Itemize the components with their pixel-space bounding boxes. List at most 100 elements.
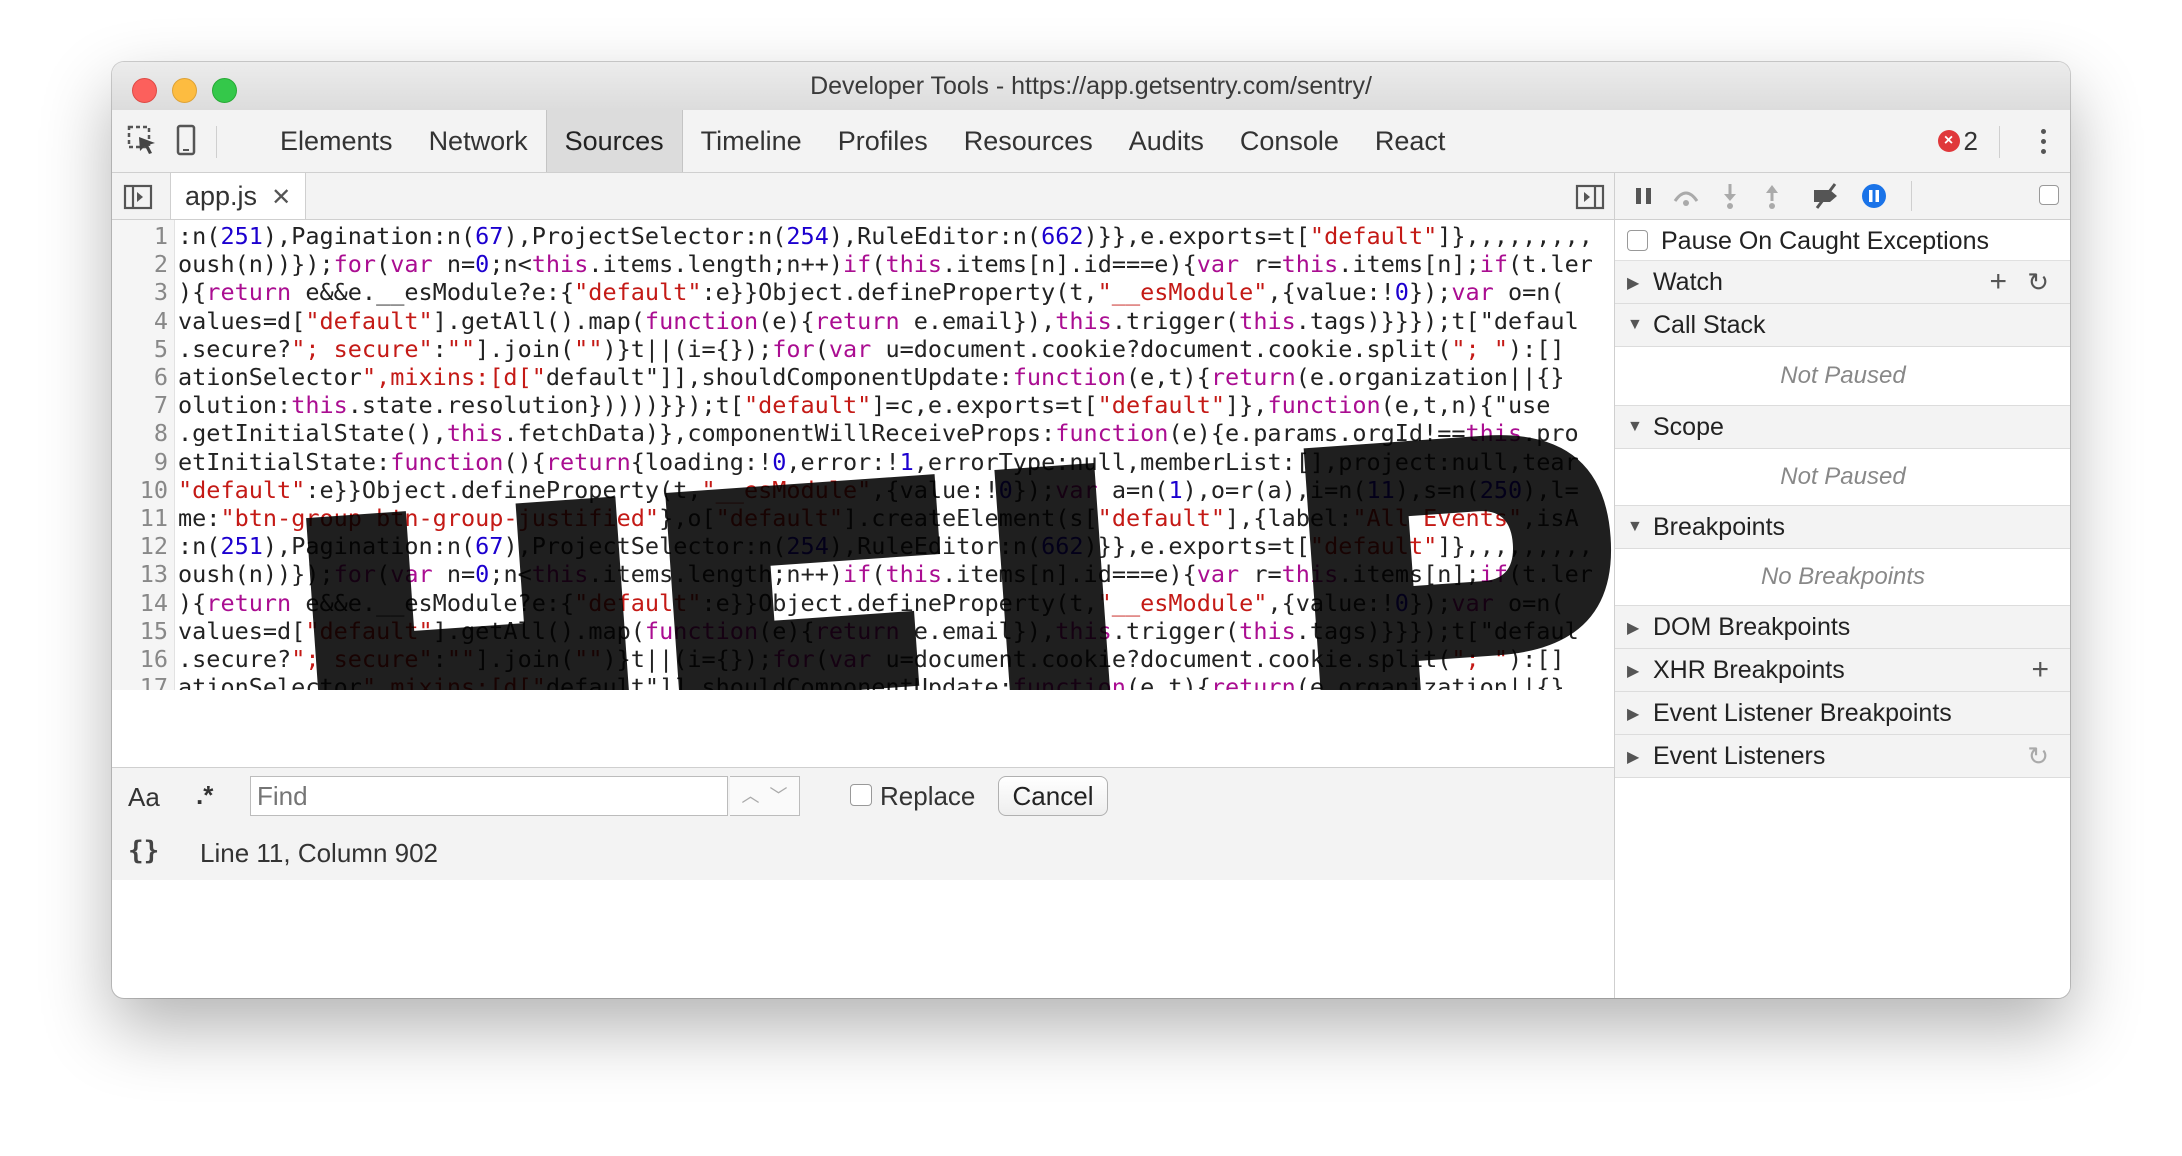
tab-sources[interactable]: Sources [545,110,683,172]
cancel-button[interactable]: Cancel [998,776,1108,816]
line-number[interactable]: 17 [112,673,168,690]
section-watch[interactable]: ▶ Watch + ↻ [1615,261,2070,304]
chevron-up-icon[interactable]: ︿ [741,786,759,806]
line-number[interactable]: 2 [112,250,168,278]
line-number[interactable]: 13 [112,560,168,588]
section-xhr-breakpoints[interactable]: ▶ XHR Breakpoints + [1615,649,2070,692]
section-label: Call Stack [1653,311,1766,339]
refresh-icon[interactable]: ↻ [2027,267,2049,298]
tab-resources[interactable]: Resources [946,110,1111,172]
line-number[interactable]: 9 [112,448,168,476]
device-mode-icon[interactable] [168,122,204,158]
tab-react[interactable]: React [1357,110,1464,172]
tab-profiles[interactable]: Profiles [820,110,946,172]
more-options-icon[interactable] [2038,126,2048,158]
panel-tabs: Elements Network Sources Timeline Profil… [262,110,1463,172]
line-number[interactable]: 16 [112,645,168,673]
pause-on-exceptions-icon[interactable] [1859,181,1889,211]
regex-toggle[interactable]: .* [196,780,213,811]
section-scope[interactable]: ▼ Scope [1615,406,2070,449]
find-input[interactable] [250,776,728,816]
line-number[interactable]: 15 [112,617,168,645]
line-text: :n(251),Pagination:n(67),ProjectSelector… [178,222,1593,250]
section-label: Breakpoints [1653,513,1786,541]
line-number[interactable]: 10 [112,476,168,504]
line-text: ){return e&&e.__esModule?e:{"default":e}… [178,588,1565,617]
tab-elements[interactable]: Elements [262,110,411,172]
section-label: Event Listener Breakpoints [1653,699,1952,727]
async-checkbox[interactable] [2039,185,2059,205]
section-breakpoints[interactable]: ▼ Breakpoints [1615,506,2070,549]
line-number[interactable]: 12 [112,532,168,560]
line-text: olution:this.state.resolution}))))}});t[… [178,391,1551,420]
toolbar-divider [1911,181,1912,211]
step-over-icon[interactable] [1671,181,1701,211]
breakpoints-status: No Breakpoints [1615,549,2070,606]
minimize-window-button[interactable] [172,78,197,103]
line-number[interactable]: 1 [112,222,168,250]
devtools-window: Developer Tools - https://app.getsentry.… [112,62,2070,998]
chevron-down-icon: ▼ [1627,518,1643,535]
inspect-element-icon[interactable] [124,122,160,158]
tab-console[interactable]: Console [1222,110,1357,172]
line-number[interactable]: 8 [112,419,168,447]
pause-on-caught-checkbox[interactable] [1627,230,1648,251]
file-tab-app-js[interactable]: app.js ✕ [170,173,307,219]
file-tab-bar: app.js ✕ [112,173,1614,220]
find-prev-next[interactable]: ︿ ﹀ [730,776,800,816]
pretty-print-button[interactable]: {} [128,836,159,866]
line-number[interactable]: 4 [112,307,168,335]
scope-status: Not Paused [1615,449,2070,506]
source-editor: app.js ✕ 1 :n(251),Pagination:n(67),Projec… [112,173,1614,998]
section-label: Watch [1653,268,1723,296]
title-bar: Developer Tools - https://app.getsentry.… [112,62,2070,110]
tab-network[interactable]: Network [411,110,546,172]
close-window-button[interactable] [132,78,157,103]
close-tab-icon[interactable]: ✕ [271,184,291,211]
line-text: ationSelector",mixins:[d["default"]],sho… [178,673,1565,690]
line-text: oush(n))});for(var n=0;n<this.items.leng… [178,560,1593,589]
pause-on-caught-label: Pause On Caught Exceptions [1661,227,1989,255]
line-text: .getInitialState(),this.fetchData)},comp… [178,419,1579,448]
chevron-right-icon: ▶ [1627,620,1640,637]
line-number[interactable]: 3 [112,278,168,306]
line-text: .secure?"; secure":""].join("")}t||(i={}… [178,645,1565,673]
refresh-icon[interactable]: ↻ [2027,741,2049,772]
add-xhr-breakpoint-icon[interactable]: + [2031,653,2049,687]
zoom-window-button[interactable] [212,78,237,103]
line-text: "default":e}}Object.defineProperty(t,"__… [178,475,1579,504]
toggle-navigator-icon[interactable] [120,179,156,215]
line-number[interactable]: 7 [112,391,168,419]
add-watch-icon[interactable]: + [1989,265,2007,299]
chevron-down-icon: ▼ [1627,316,1643,333]
section-label: Scope [1653,413,1724,441]
toggle-debugger-sidebar-icon[interactable] [1572,179,1608,215]
tab-audits[interactable]: Audits [1111,110,1222,172]
debugger-sidebar: Pause On Caught Exceptions ▶ Watch + ↻ ▼… [1614,173,2070,998]
editor-status-bar: {} Line 11, Column 902 [112,824,1614,880]
section-label: DOM Breakpoints [1653,613,1851,641]
match-case-toggle[interactable]: Aa [128,782,160,813]
step-out-icon[interactable] [1757,181,1787,211]
section-dom-breakpoints[interactable]: ▶ DOM Breakpoints [1615,606,2070,649]
line-number[interactable]: 5 [112,335,168,363]
pause-icon[interactable] [1629,181,1659,211]
replace-checkbox[interactable] [850,784,872,806]
chevron-right-icon: ▶ [1627,275,1640,292]
section-event-listeners[interactable]: ▶ Event Listeners ↻ [1615,735,2070,778]
file-tab-label: app.js [185,181,258,211]
line-number[interactable]: 11 [112,504,168,532]
line-text: me:"btn-group btn-group-justified"},o["d… [178,504,1579,532]
error-count-badge[interactable]: × 2 [1937,126,1978,156]
cursor-position: Line 11, Column 902 [200,838,439,868]
chevron-down-icon[interactable]: ﹀ [770,786,788,806]
code-area[interactable]: 1 :n(251),Pagination:n(67),ProjectSelecto… [112,220,1614,690]
line-number[interactable]: 14 [112,589,168,617]
step-into-icon[interactable] [1715,181,1745,211]
section-call-stack[interactable]: ▼ Call Stack [1615,304,2070,347]
deactivate-breakpoints-icon[interactable] [1811,181,1841,211]
line-number[interactable]: 6 [112,363,168,391]
section-event-listener-breakpoints[interactable]: ▶ Event Listener Breakpoints [1615,692,2070,735]
call-stack-status: Not Paused [1615,347,2070,406]
tab-timeline[interactable]: Timeline [683,110,820,172]
